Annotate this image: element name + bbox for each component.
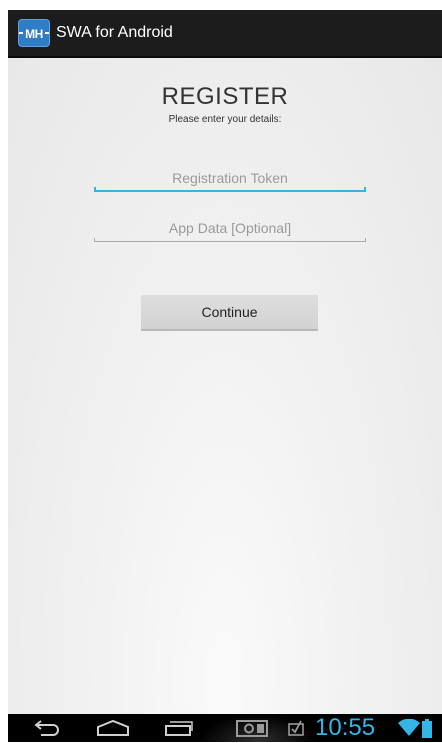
app-data-underline xyxy=(94,241,366,242)
status-clock: 10:55 xyxy=(315,714,376,741)
app-data-field xyxy=(94,216,366,242)
device-screen: MH SWA for Android REGISTER Please enter… xyxy=(8,10,442,742)
action-bar: MH SWA for Android xyxy=(8,10,442,58)
page-title: REGISTER xyxy=(161,83,289,110)
app-logo-text: MH xyxy=(25,27,43,41)
token-underline-tick-left xyxy=(94,187,96,192)
recents-icon[interactable] xyxy=(163,714,193,742)
app-logo[interactable]: MH xyxy=(18,19,50,47)
battery-body xyxy=(422,721,432,738)
system-nav-bar: 10:55 xyxy=(8,714,442,742)
page-subtitle: Please enter your details: xyxy=(168,114,282,125)
continue-button[interactable]: Continue xyxy=(141,295,318,331)
home-icon[interactable] xyxy=(95,714,131,742)
token-underline xyxy=(94,190,366,192)
back-icon[interactable] xyxy=(33,714,63,742)
notification-icon[interactable] xyxy=(288,714,304,742)
registration-token-field xyxy=(94,166,366,192)
app-data-underline-tick-left xyxy=(94,238,95,242)
registration-token-input[interactable] xyxy=(94,166,366,190)
app-title: SWA for Android xyxy=(56,24,173,41)
app-data-input[interactable] xyxy=(94,216,366,240)
app-data-underline-tick-right xyxy=(365,238,366,242)
battery-icon xyxy=(422,719,432,738)
token-underline-tick-right xyxy=(364,187,366,192)
register-panel: REGISTER Please enter your details: Cont… xyxy=(8,58,442,714)
wifi-icon xyxy=(398,718,420,742)
screenshot-icon[interactable] xyxy=(235,714,269,742)
